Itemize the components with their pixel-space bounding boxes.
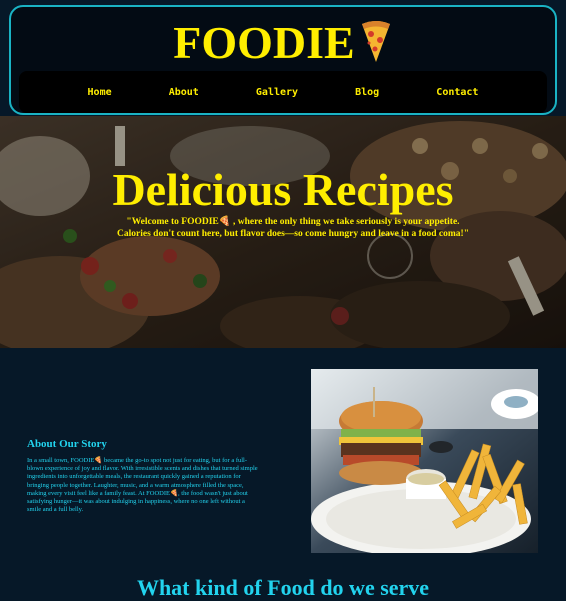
nav-blog[interactable]: Blog (355, 87, 379, 98)
hero-title: Delicious Recipes (112, 164, 454, 215)
nav-about[interactable]: About (169, 87, 199, 98)
main-nav: Home About Gallery Blog Contact (19, 71, 547, 113)
about-title: About Our Story (27, 438, 107, 450)
brand-name: FOODIE (173, 17, 355, 68)
pizza-icon (359, 20, 393, 75)
hero-quote: "Welcome to FOODIE🍕 , where the only thi… (117, 217, 469, 239)
burger-image (311, 369, 538, 553)
brand-logo[interactable]: FOODIE (11, 17, 555, 75)
site-header: FOODIE Home About Gallery Blog Contact (9, 5, 557, 115)
food-section-title: What kind of Food do we serve (136, 575, 430, 600)
nav-contact[interactable]: Contact (436, 87, 478, 98)
about-text: In a small town, FOODIE🍕 became the go-t… (27, 457, 258, 514)
hero-section: Delicious Recipes "Welcome to FOODIE🍕 , … (0, 116, 566, 348)
nav-home[interactable]: Home (88, 87, 112, 98)
nav-gallery[interactable]: Gallery (256, 87, 298, 98)
